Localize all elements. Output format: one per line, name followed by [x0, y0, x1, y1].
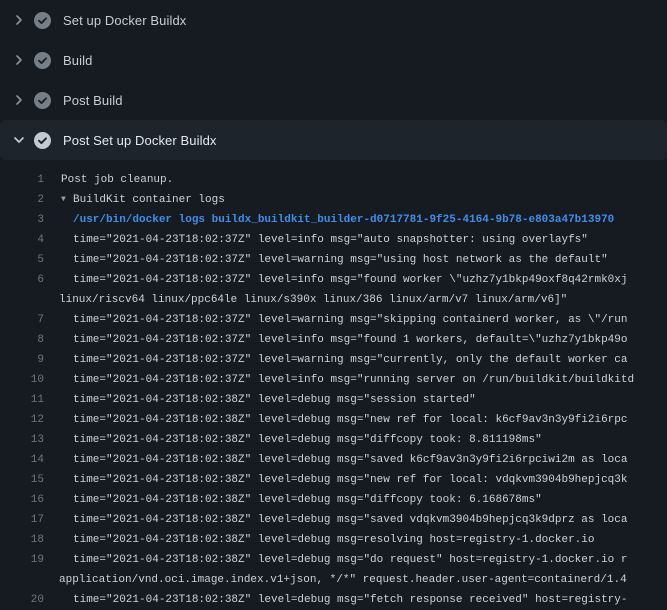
log-text: time="2021-04-23T18:02:37Z" level=info m…: [44, 230, 588, 250]
line-number[interactable]: 11: [0, 390, 44, 410]
group-collapse-caret-icon[interactable]: ▼: [61, 190, 73, 210]
log-panel: 1Post job cleanup.2▼BuildKit container l…: [0, 160, 667, 610]
chevron-right-icon: [12, 52, 26, 68]
log-line: 13time="2021-04-23T18:02:38Z" level=debu…: [0, 430, 667, 450]
log-text: time="2021-04-23T18:02:37Z" level=info m…: [44, 270, 628, 290]
log-line: 19time="2021-04-23T18:02:38Z" level=debu…: [0, 550, 667, 570]
line-number: [0, 570, 44, 590]
line-number[interactable]: 6: [0, 270, 44, 290]
log-line: 10time="2021-04-23T18:02:37Z" level=info…: [0, 370, 667, 390]
log-line: linux/riscv64 linux/ppc64le linux/s390x …: [0, 290, 667, 310]
success-check-icon: [34, 92, 51, 109]
log-line: 20time="2021-04-23T18:02:38Z" level=debu…: [0, 590, 667, 610]
log-line: 18time="2021-04-23T18:02:38Z" level=debu…: [0, 530, 667, 550]
line-number[interactable]: 7: [0, 310, 44, 330]
log-text: time="2021-04-23T18:02:37Z" level=warnin…: [44, 350, 628, 370]
log-line: 16time="2021-04-23T18:02:38Z" level=debu…: [0, 490, 667, 510]
log-text: time="2021-04-23T18:02:38Z" level=debug …: [44, 490, 542, 510]
line-number[interactable]: 9: [0, 350, 44, 370]
line-number[interactable]: 4: [0, 230, 44, 250]
chevron-right-icon: [12, 92, 26, 108]
log-line: 7time="2021-04-23T18:02:37Z" level=warni…: [0, 310, 667, 330]
log-command-text: /usr/bin/docker logs buildx_buildkit_bui…: [44, 210, 614, 230]
line-number[interactable]: 14: [0, 450, 44, 470]
line-number[interactable]: 2: [0, 190, 44, 210]
log-line: 12time="2021-04-23T18:02:38Z" level=debu…: [0, 410, 667, 430]
log-line: 17time="2021-04-23T18:02:38Z" level=debu…: [0, 510, 667, 530]
step-row-setup-docker-buildx[interactable]: Set up Docker Buildx: [0, 0, 667, 40]
log-text: time="2021-04-23T18:02:37Z" level=warnin…: [44, 250, 608, 270]
line-number[interactable]: 12: [0, 410, 44, 430]
line-number[interactable]: 20: [0, 590, 44, 610]
line-number[interactable]: 10: [0, 370, 44, 390]
line-number[interactable]: 3: [0, 210, 44, 230]
step-row-build[interactable]: Build: [0, 40, 667, 80]
step-row-post-setup-docker-buildx[interactable]: Post Set up Docker Buildx: [0, 120, 667, 160]
step-label: Post Set up Docker Buildx: [63, 133, 217, 148]
line-number[interactable]: 13: [0, 430, 44, 450]
log-text: time="2021-04-23T18:02:38Z" level=debug …: [44, 550, 628, 570]
log-text: time="2021-04-23T18:02:38Z" level=debug …: [44, 390, 476, 410]
log-line: 11time="2021-04-23T18:02:38Z" level=debu…: [0, 390, 667, 410]
log-line: 5time="2021-04-23T18:02:37Z" level=warni…: [0, 250, 667, 270]
step-row-post-build[interactable]: Post Build: [0, 80, 667, 120]
line-number[interactable]: 17: [0, 510, 44, 530]
log-line: 14time="2021-04-23T18:02:38Z" level=debu…: [0, 450, 667, 470]
log-line: 1Post job cleanup.: [0, 170, 667, 190]
log-text: time="2021-04-23T18:02:38Z" level=debug …: [44, 410, 628, 430]
log-text: time="2021-04-23T18:02:37Z" level=warnin…: [44, 310, 628, 330]
log-text: time="2021-04-23T18:02:38Z" level=debug …: [44, 450, 628, 470]
log-text: time="2021-04-23T18:02:38Z" level=debug …: [44, 510, 628, 530]
line-number: [0, 290, 44, 310]
chevron-right-icon: [12, 12, 26, 28]
line-number[interactable]: 5: [0, 250, 44, 270]
log-line: 8time="2021-04-23T18:02:37Z" level=info …: [0, 330, 667, 350]
log-text: application/vnd.oci.image.index.v1+json,…: [44, 570, 627, 590]
log-line: 9time="2021-04-23T18:02:37Z" level=warni…: [0, 350, 667, 370]
line-number[interactable]: 16: [0, 490, 44, 510]
line-number[interactable]: 18: [0, 530, 44, 550]
log-line: 3/usr/bin/docker logs buildx_buildkit_bu…: [0, 210, 667, 230]
log-line: 2▼BuildKit container logs: [0, 190, 667, 210]
log-line: 6time="2021-04-23T18:02:37Z" level=info …: [0, 270, 667, 290]
log-text: time="2021-04-23T18:02:38Z" level=debug …: [44, 590, 628, 610]
log-text: time="2021-04-23T18:02:37Z" level=info m…: [44, 330, 628, 350]
line-number[interactable]: 15: [0, 470, 44, 490]
step-label: Set up Docker Buildx: [63, 13, 186, 28]
line-number[interactable]: 1: [0, 170, 44, 190]
line-number[interactable]: 8: [0, 330, 44, 350]
log-line: 15time="2021-04-23T18:02:38Z" level=debu…: [0, 470, 667, 490]
line-number[interactable]: 19: [0, 550, 44, 570]
step-label: Post Build: [63, 93, 123, 108]
log-text: Post job cleanup.: [44, 170, 173, 190]
step-label: Build: [63, 53, 92, 68]
log-text: linux/riscv64 linux/ppc64le linux/s390x …: [44, 290, 567, 310]
chevron-down-icon: [12, 132, 26, 148]
log-text: time="2021-04-23T18:02:38Z" level=debug …: [44, 470, 628, 490]
log-line: 4time="2021-04-23T18:02:37Z" level=info …: [0, 230, 667, 250]
log-text: time="2021-04-23T18:02:37Z" level=info m…: [44, 370, 634, 390]
log-line: application/vnd.oci.image.index.v1+json,…: [0, 570, 667, 590]
success-check-icon: [34, 12, 51, 29]
log-text: time="2021-04-23T18:02:38Z" level=debug …: [44, 530, 595, 550]
log-text[interactable]: ▼BuildKit container logs: [44, 190, 225, 210]
success-check-icon: [34, 132, 51, 149]
success-check-icon: [34, 52, 51, 69]
log-text: time="2021-04-23T18:02:38Z" level=debug …: [44, 430, 542, 450]
